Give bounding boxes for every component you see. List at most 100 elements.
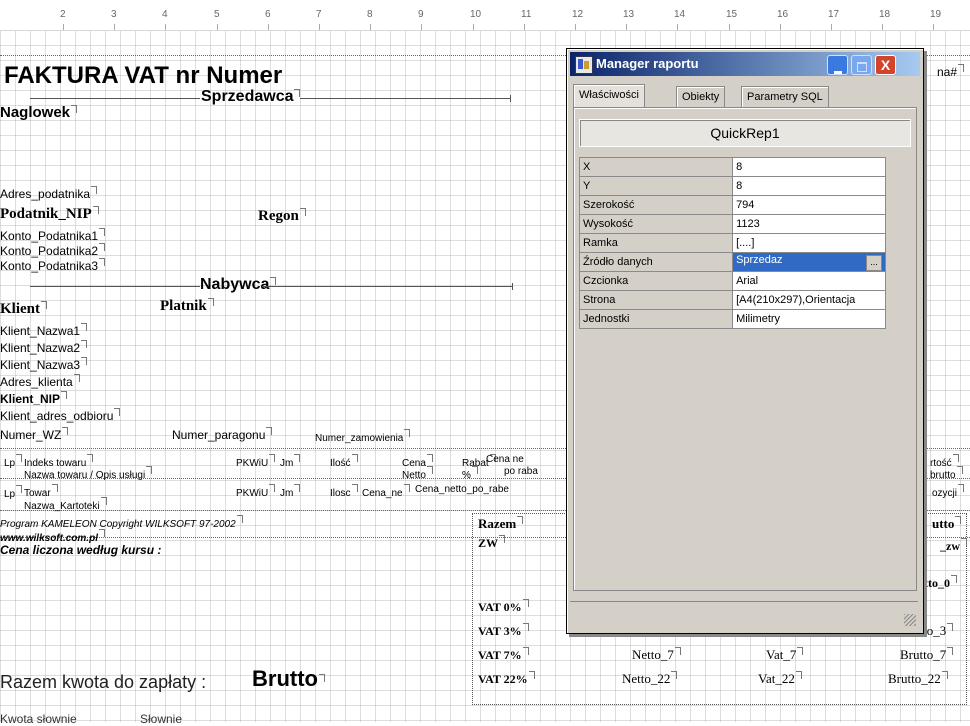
brutto-total-field[interactable]: Brutto xyxy=(252,666,325,692)
property-value-editor[interactable]: Sprzedaz... xyxy=(732,252,886,272)
ruler-number: 4 xyxy=(162,9,168,20)
property-value[interactable]: [....] xyxy=(732,233,886,253)
razem-label[interactable]: Razem xyxy=(478,516,523,532)
netto-7-field[interactable]: Netto_7 xyxy=(632,647,681,663)
det-cena-ne[interactable]: Cena_ne xyxy=(362,484,410,499)
col-nazwa[interactable]: Nazwa towaru / Opis usługi xyxy=(24,466,152,481)
property-row[interactable]: Y8 xyxy=(578,176,886,196)
footer-cena-kursu[interactable]: Cena liczona według kursu : xyxy=(0,543,161,557)
property-value[interactable]: Milimetry xyxy=(732,309,886,329)
tab-wlasciwosci[interactable]: Właściwości xyxy=(573,84,645,109)
object-name-field[interactable]: QuickRep1 xyxy=(579,119,911,147)
det-jm[interactable]: Jm xyxy=(280,484,300,499)
konto-podatnika-1[interactable]: Konto_Podatnika1 xyxy=(0,228,105,243)
close-button[interactable]: X xyxy=(875,55,896,75)
property-row[interactable]: Ramka [....] xyxy=(578,233,886,253)
adres-klienta-field[interactable]: Adres_klienta xyxy=(0,374,80,389)
data-source-value[interactable]: Sprzedaz xyxy=(736,254,782,266)
klient-nazwa-2[interactable]: Klient_Nazwa2 xyxy=(0,340,87,355)
vat-22-field[interactable]: Vat_22 xyxy=(758,671,802,687)
det-lp[interactable]: Lp xyxy=(4,485,22,500)
title-bar[interactable]: Manager raportu X xyxy=(570,52,920,76)
vat-0-label[interactable]: VAT 0% xyxy=(478,599,529,615)
brutto-22-field[interactable]: Brutto_22 xyxy=(888,671,948,687)
col-po-raba[interactable]: po raba xyxy=(504,466,538,477)
vat-7-label[interactable]: VAT 7% xyxy=(478,647,529,663)
property-grid: X8 Y8 Szerokość 794 Wysokość 1123 Ramka [..… xyxy=(578,157,886,329)
footer-program[interactable]: Program KAMELEON Copyright WILKSOFT 97-2… xyxy=(0,515,243,530)
footer-www[interactable]: www.wilksoft.com.pl xyxy=(0,529,105,544)
klient-field[interactable]: Klient xyxy=(0,301,47,318)
numer-zamowienia-field[interactable]: Numer_zamowienia xyxy=(315,429,410,444)
klient-adres-odbioru-field[interactable]: Klient_adres_odbioru xyxy=(0,408,120,423)
konto-podatnika-3[interactable]: Konto_Podatnika3 xyxy=(0,258,105,273)
nabywca-label[interactable]: Nabywca xyxy=(200,276,276,294)
col-netto[interactable]: Netto xyxy=(402,466,433,481)
ruler-tick xyxy=(370,24,371,30)
brutto-zw-field[interactable]: _zw xyxy=(940,538,967,554)
brutto-7-field[interactable]: Brutto_7 xyxy=(900,647,953,663)
report-manager-window[interactable]: Manager raportu X Właściwości Obiekty Pa… xyxy=(566,48,924,634)
regon-field[interactable]: Regon xyxy=(258,208,306,225)
col-ilosc[interactable]: Ilość xyxy=(330,454,358,469)
col-lp[interactable]: Lp xyxy=(4,454,22,469)
tab-parametry-sql[interactable]: Parametry SQL xyxy=(741,86,829,108)
resize-grip-icon[interactable] xyxy=(904,614,916,626)
razem-kwota-label[interactable]: Razem kwota do zapłaty : xyxy=(0,672,206,693)
platnik-field[interactable]: Platnik xyxy=(160,298,214,315)
property-value[interactable]: [A4(210x297),Orientacja xyxy=(732,290,886,310)
col-pkwiu[interactable]: PKWiU xyxy=(236,454,275,469)
det-pozycji[interactable]: ozycji xyxy=(932,484,964,499)
slownie-field[interactable]: Słownie xyxy=(140,712,182,726)
det-nazwa-kartoteki[interactable]: Nazwa_Kartoteki xyxy=(24,497,107,512)
naglowek-field[interactable]: Naglowek xyxy=(0,104,77,121)
col-cena-ne[interactable]: Cena ne xyxy=(486,454,524,465)
property-key: Y xyxy=(578,176,734,196)
property-row[interactable]: X8 xyxy=(578,157,886,177)
property-value[interactable]: Arial xyxy=(732,271,886,291)
adres-podatnika-field[interactable]: Adres_podatnika xyxy=(0,186,97,201)
vat-3-label[interactable]: VAT 3% xyxy=(478,623,529,639)
ruler-number: 10 xyxy=(470,9,482,20)
maximize-button[interactable] xyxy=(851,55,872,75)
zw-label[interactable]: ZW xyxy=(478,535,505,551)
property-row[interactable]: Wysokość 1123 xyxy=(578,214,886,234)
property-value[interactable]: 794 xyxy=(732,195,886,215)
property-value[interactable]: 8 xyxy=(732,157,886,177)
property-value[interactable]: 8 xyxy=(732,176,886,196)
col-rabat-pct[interactable]: % xyxy=(462,466,478,481)
minimize-button[interactable] xyxy=(827,55,848,75)
konto-podatnika-2[interactable]: Konto_Podatnika2 xyxy=(0,243,105,258)
podatnik-nip-field[interactable]: Podatnik_NIP xyxy=(0,206,99,223)
klient-nip-field[interactable]: Klient_NIP xyxy=(0,391,67,406)
tab-obiekty[interactable]: Obiekty xyxy=(676,86,726,108)
ellipsis-button[interactable]: ... xyxy=(866,254,882,271)
close-icon: X xyxy=(880,57,891,73)
ruler-tick xyxy=(729,24,730,30)
numer-wz-field[interactable]: Numer_WZ xyxy=(0,427,68,442)
horizontal-ruler: 2 3 4 5 6 7 8 9 10 11 12 13 14 15 16 17 18 19 xyxy=(0,0,970,31)
ruler-tick xyxy=(268,24,269,30)
property-value[interactable]: 1123 xyxy=(732,214,886,234)
col-brutto[interactable]: brutto xyxy=(930,466,963,481)
vat-22-label[interactable]: VAT 22% xyxy=(478,671,535,687)
det-cena-netto[interactable]: Cena_netto_po_rabe xyxy=(415,484,509,495)
property-row[interactable]: Jednostki Milimetry xyxy=(578,309,886,329)
netto-22-field[interactable]: Netto_22 xyxy=(622,671,677,687)
kwota-slownie-label[interactable]: Kwota słownie xyxy=(0,712,77,726)
invoice-title[interactable]: FAKTURA VAT nr Numer xyxy=(4,62,282,90)
col-jm[interactable]: Jm xyxy=(280,454,300,469)
right-edge-field[interactable]: na# xyxy=(937,64,964,79)
property-row[interactable]: Szerokość 794 xyxy=(578,195,886,215)
brutto-col-label[interactable]: utto xyxy=(932,516,961,532)
det-ilosc[interactable]: Ilosc xyxy=(330,484,358,499)
numer-paragonu-field[interactable]: Numer_paragonu xyxy=(172,427,272,442)
property-row[interactable]: Czcionka Arial xyxy=(578,271,886,291)
klient-nazwa-3[interactable]: Klient_Nazwa3 xyxy=(0,357,87,372)
klient-nazwa-1[interactable]: Klient_Nazwa1 xyxy=(0,323,87,338)
property-row[interactable]: Strona [A4(210x297),Orientacja xyxy=(578,290,886,310)
det-pkwiu[interactable]: PKWiU xyxy=(236,484,275,499)
sprzedawca-label[interactable]: Sprzedawca xyxy=(201,88,300,106)
property-row-selected[interactable]: Źródło danych Sprzedaz... xyxy=(578,252,886,272)
vat-7-field[interactable]: Vat_7 xyxy=(766,647,803,663)
